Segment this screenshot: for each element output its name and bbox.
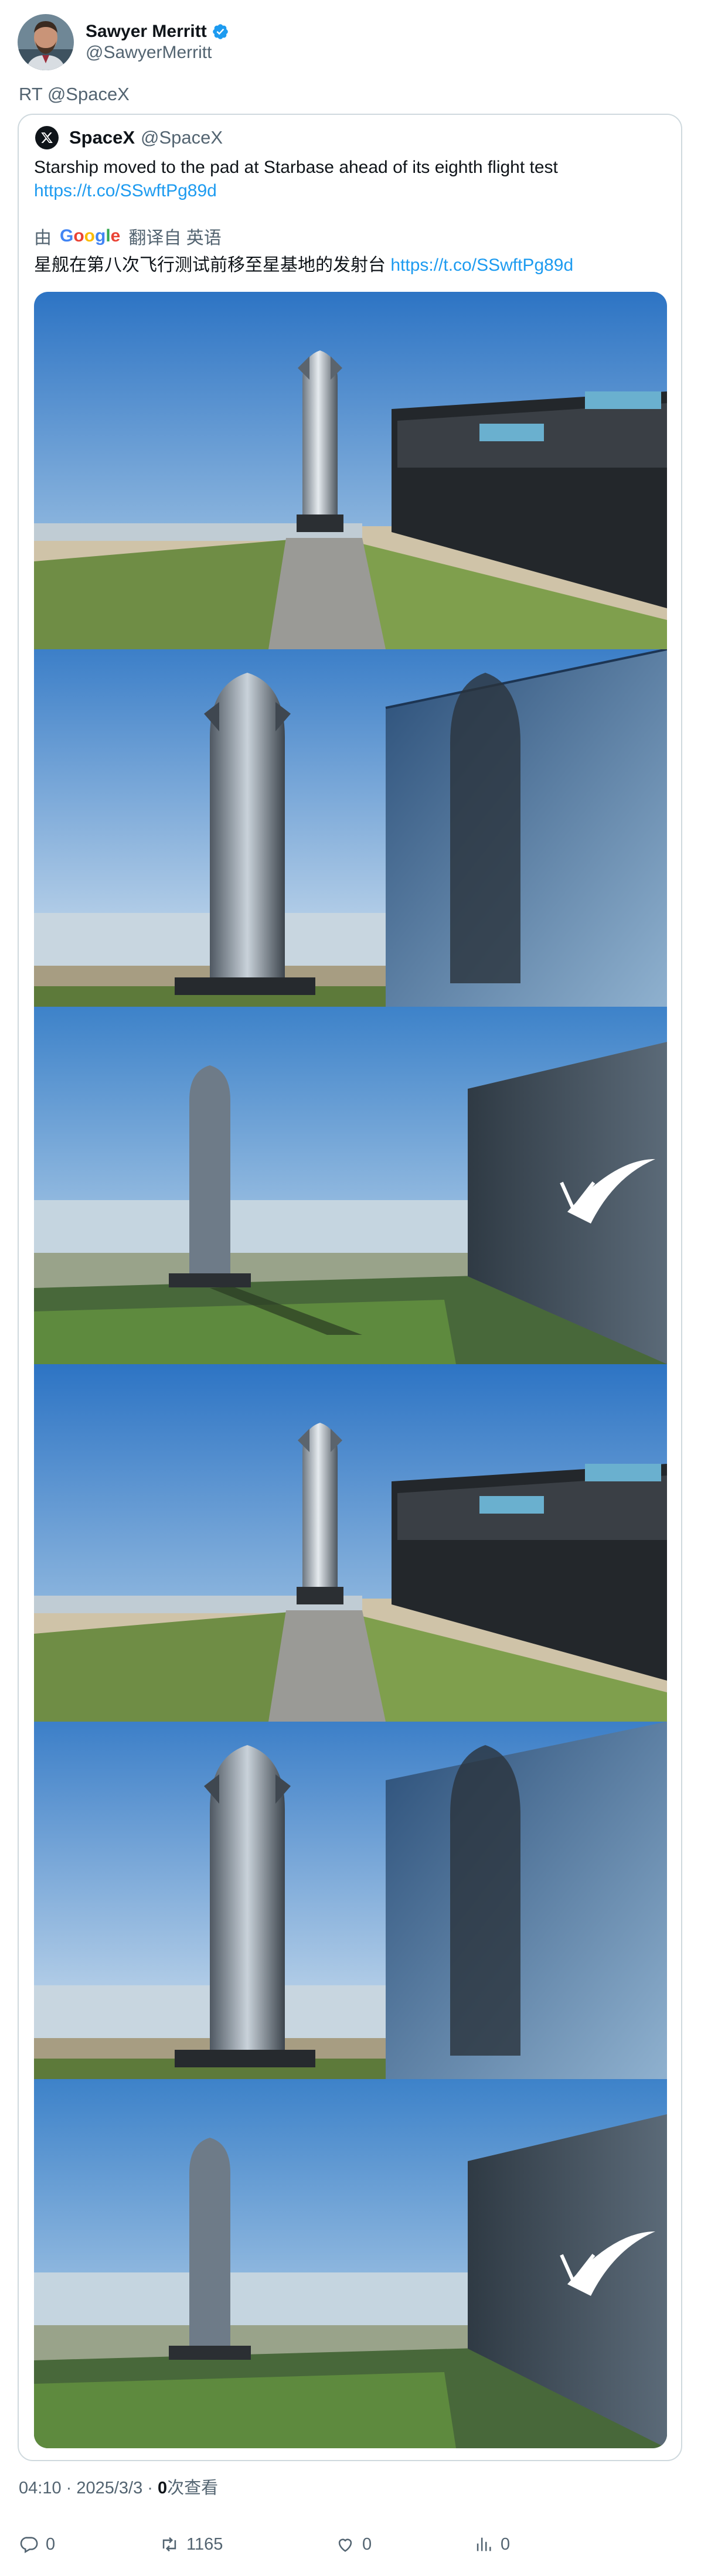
photo-3[interactable] [34,1007,667,1364]
photo-1[interactable] [34,292,667,649]
tweet-meta: 04:10 · 2025/3/3 · 0次查看 [19,2478,218,2499]
heart-icon [338,2538,352,2552]
reply-button[interactable]: 0 [19,2531,55,2557]
google-logo: Google [60,226,121,246]
like-count: 0 [362,2534,372,2554]
like-button[interactable]: 0 [335,2531,372,2557]
reply-icon [20,2537,38,2554]
photo-5[interactable] [34,1722,667,2079]
retweet-count: 1165 [186,2534,223,2554]
views-button[interactable]: 0 [474,2531,510,2557]
translated-link[interactable]: https://t.co/SSwftPg89d [390,255,573,275]
quoted-handle[interactable]: @SpaceX [141,127,223,148]
tweet-timestamp[interactable]: 04:10 · 2025/3/3 · [19,2479,158,2497]
author-display-name[interactable]: Sawyer Merritt [86,21,207,42]
photo-4[interactable] [34,1364,667,1722]
translated-text-block: 星舰在第八次飞行测试前移至星基地的发射台 https://t.co/SSwftP… [34,253,673,278]
profile-avatar[interactable] [18,14,74,70]
spacex-avatar-icon[interactable] [35,126,59,149]
photo-gallery [34,292,667,2448]
photo-2[interactable] [34,649,667,1007]
views-label: 次查看 [167,2479,219,2497]
retweet-label: RT @SpaceX [19,84,130,104]
translated-from-label: 翻译自 英语 [128,229,222,248]
translated-text: 星舰在第八次飞行测试前移至星基地的发射台 [34,255,386,275]
quoted-display-name[interactable]: SpaceX [69,127,135,148]
quoted-tweet-text-block: Starship moved to the pad at Starbase ah… [34,156,673,203]
photo-6[interactable] [34,2079,667,2448]
author-handle[interactable]: @SawyerMerritt [86,42,229,63]
translation-by-label: 由 [34,229,52,248]
translation-attribution: 由 Google 翻译自 英语 [34,224,222,248]
quoted-tweet-text: Starship moved to the pad at Starbase ah… [34,158,558,177]
action-bar: 0 1165 0 0 [19,2531,687,2557]
retweet-icon [162,2537,176,2552]
retweet-button[interactable]: 1165 [159,2531,223,2557]
views-action-count: 0 [501,2534,511,2554]
views-count: 0 [158,2479,168,2497]
analytics-icon [477,2537,491,2551]
reply-count: 0 [46,2534,56,2554]
quoted-tweet-link[interactable]: https://t.co/SSwftPg89d [34,179,673,203]
quoted-tweet-card[interactable]: SpaceX @SpaceX Starship moved to the pad… [18,114,682,2461]
tweet-header: Sawyer Merritt @SawyerMerritt [18,14,229,70]
verified-badge-icon [212,24,228,39]
